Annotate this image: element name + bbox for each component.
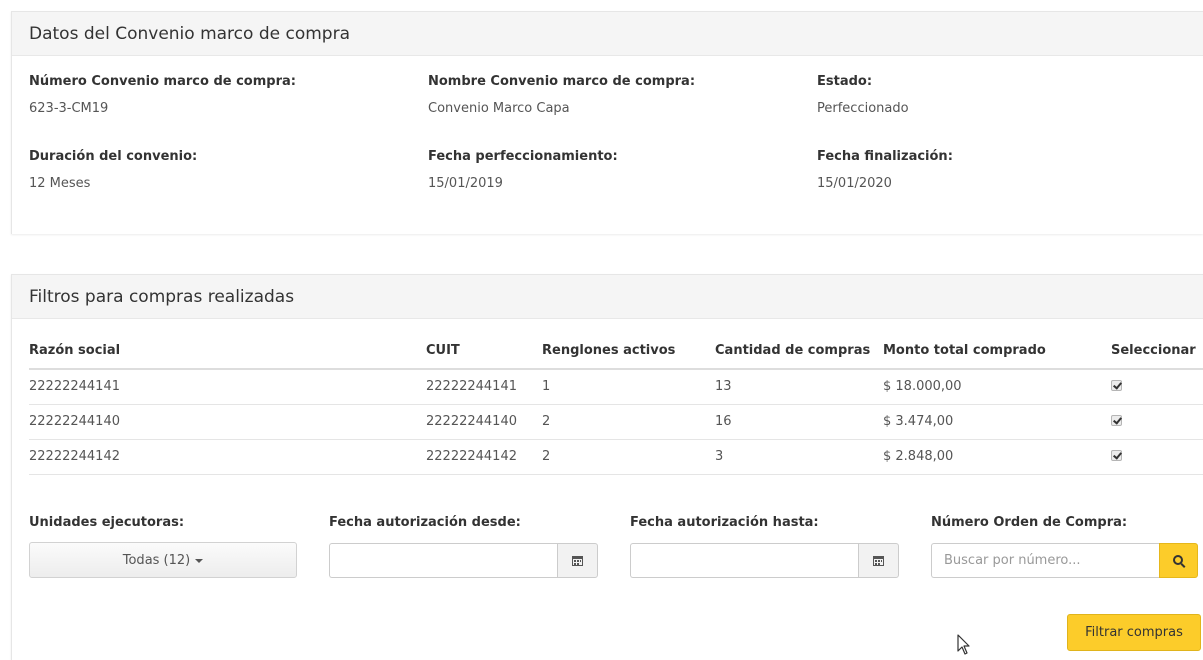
fecha-finalizacion-label: Fecha finalización: [817, 149, 953, 164]
calendar-icon [572, 555, 583, 566]
fecha-desde-input[interactable] [329, 543, 557, 578]
cell-razon-social: 22222244142 [29, 439, 426, 475]
cell-monto: $ 18.000,00 [883, 369, 1111, 405]
cell-cantidad: 3 [715, 439, 883, 475]
mouse-cursor-icon [957, 634, 970, 655]
cell-cuit: 22222244141 [426, 369, 542, 405]
caret-down-icon [195, 559, 204, 563]
convenio-panel-title: Datos del Convenio marco de compra [12, 12, 1203, 56]
checkbox-checked-icon[interactable] [1111, 415, 1122, 426]
orden-compra-group [931, 543, 1198, 578]
orden-compra-search-input[interactable] [931, 543, 1159, 578]
orden-compra-search-button[interactable] [1159, 543, 1198, 578]
table-row: 22222244141 22222244141 1 13 $ 18.000,00 [29, 369, 1203, 405]
fecha-desde-calendar-button[interactable] [557, 543, 598, 578]
checkbox-checked-icon[interactable] [1111, 380, 1122, 392]
col-razon-social: Razón social [29, 333, 426, 370]
filtros-panel: Filtros para compras realizadas Razón so… [11, 274, 1203, 660]
cell-cuit: 22222244140 [426, 404, 542, 440]
numero-convenio-value: 623-3-CM19 [29, 101, 109, 116]
col-seleccionar: Seleccionar [1111, 333, 1203, 370]
orden-compra-label: Número Orden de Compra: [931, 515, 1128, 530]
fecha-perfeccionamiento-value: 15/01/2019 [428, 176, 503, 191]
fecha-hasta-group [630, 543, 899, 578]
estado-value: Perfeccionado [817, 101, 909, 116]
col-monto-total: Monto total comprado [883, 333, 1111, 370]
unidades-ejecutoras-dropdown[interactable]: Todas (12) [29, 542, 297, 578]
cell-cantidad: 16 [715, 404, 883, 440]
table-row: 22222244142 22222244142 2 3 $ 2.848,00 [29, 439, 1203, 475]
cell-razon-social: 22222244140 [29, 404, 426, 440]
checkbox-checked-icon[interactable] [1111, 450, 1122, 461]
col-renglones-activos: Renglones activos [542, 333, 715, 370]
cell-seleccionar [1111, 404, 1203, 440]
cell-renglones: 2 [542, 439, 715, 475]
cell-cantidad: 13 [715, 369, 883, 405]
search-icon [1172, 554, 1183, 565]
duracion-field: Duración del convenio: 12 Meses [29, 149, 197, 191]
proveedores-table: Razón social CUIT Renglones activos Cant… [29, 333, 1203, 475]
cell-razon-social: 22222244141 [29, 369, 426, 405]
numero-convenio-field: Número Convenio marco de compra: 623-3-C… [29, 74, 296, 116]
fecha-finalizacion-value: 15/01/2020 [817, 176, 892, 191]
fecha-desde-group [329, 543, 598, 578]
fecha-hasta-input[interactable] [630, 543, 858, 578]
nombre-convenio-value: Convenio Marco Capa [428, 101, 570, 116]
col-cantidad-compras: Cantidad de compras [715, 333, 883, 370]
cell-seleccionar [1111, 439, 1203, 475]
cell-seleccionar [1111, 369, 1203, 405]
filtros-panel-title: Filtros para compras realizadas [12, 275, 1203, 319]
convenio-panel: Datos del Convenio marco de compra Númer… [11, 11, 1203, 234]
cell-renglones: 2 [542, 404, 715, 440]
fecha-perfeccionamiento-field: Fecha perfeccionamiento: 15/01/2019 [428, 149, 618, 191]
cell-monto: $ 3.474,00 [883, 404, 1111, 440]
estado-label: Estado: [817, 74, 873, 89]
nombre-convenio-field: Nombre Convenio marco de compra: Conveni… [428, 74, 695, 116]
fecha-finalizacion-field: Fecha finalización: 15/01/2020 [817, 149, 953, 191]
fecha-hasta-label: Fecha autorización hasta: [630, 515, 819, 530]
fecha-desde-label: Fecha autorización desde: [329, 515, 521, 530]
calendar-icon [873, 555, 884, 566]
numero-convenio-label: Número Convenio marco de compra: [29, 74, 296, 89]
estado-field: Estado: Perfeccionado [817, 74, 909, 116]
fecha-hasta-calendar-button[interactable] [858, 543, 899, 578]
duracion-label: Duración del convenio: [29, 149, 198, 164]
nombre-convenio-label: Nombre Convenio marco de compra: [428, 74, 696, 89]
filtrar-compras-button[interactable]: Filtrar compras [1067, 614, 1201, 651]
unidades-ejecutoras-value: Todas (12) [122, 552, 191, 568]
table-header-row: Razón social CUIT Renglones activos Cant… [29, 333, 1203, 370]
table-row: 22222244140 22222244140 2 16 $ 3.474,00 [29, 404, 1203, 440]
col-cuit: CUIT [426, 333, 542, 370]
cell-renglones: 1 [542, 369, 715, 405]
fecha-perfeccionamiento-label: Fecha perfeccionamiento: [428, 149, 618, 164]
cell-monto: $ 2.848,00 [883, 439, 1111, 475]
cell-cuit: 22222244142 [426, 439, 542, 475]
duracion-value: 12 Meses [29, 176, 91, 191]
unidades-ejecutoras-label: Unidades ejecutoras: [29, 515, 185, 530]
